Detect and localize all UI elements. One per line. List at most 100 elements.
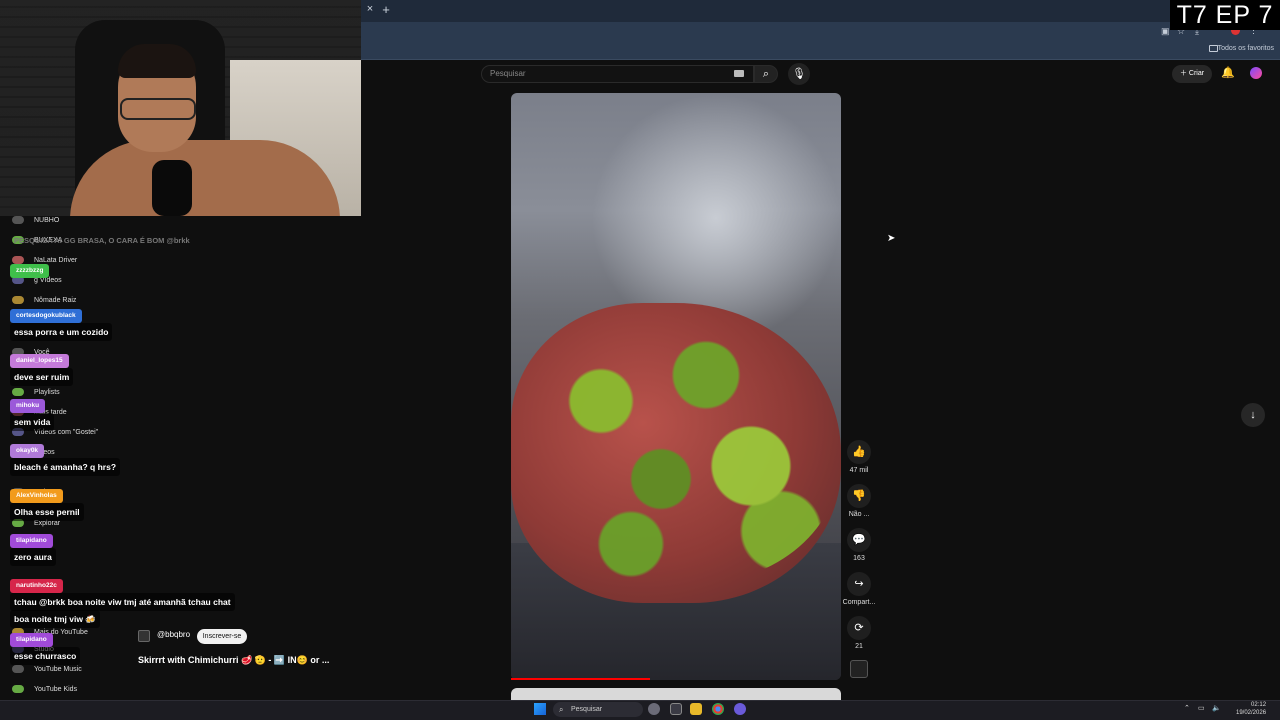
channel-name[interactable]: @bbqbro [157,630,190,639]
file-explorer-icon[interactable] [690,703,702,715]
microphone [152,160,192,216]
webcam-feed [0,0,361,216]
sidebar-item-icon [12,665,24,673]
comments-count: 163 [853,555,865,562]
discord-icon[interactable] [734,703,746,715]
mouse-cursor-icon: ➤ [887,233,896,244]
windows-start-icon[interactable] [534,703,546,715]
remix-count: 21 [855,643,863,650]
sidebar-item-label: Nômade Raiz [34,296,77,304]
keyboard-icon[interactable] [734,70,744,77]
video-progress-bar[interactable] [511,678,650,680]
copilot-icon[interactable] [648,703,660,715]
share-button[interactable]: ↪ [847,572,871,596]
subscribe-button[interactable]: Inscrever-se [197,629,247,644]
episode-overlay: T7 EP 7 [1170,0,1280,30]
clock-time: 02:12 [1251,702,1267,708]
share-icon: ↪ [854,578,864,590]
search-input[interactable]: Pesquisar [481,65,754,83]
sound-thumbnail[interactable] [850,660,868,678]
all-bookmarks-link[interactable]: Todos os favoritos [1218,45,1274,52]
bookmarks-bar: Todos os favoritos [361,42,1280,60]
account-avatar[interactable] [1250,67,1262,79]
remix-button[interactable]: ⟳ [847,616,871,640]
notifications-icon[interactable]: 🔔 [1221,66,1235,79]
chat-message-text: tchau @brkk boa noite viw tmj até amanhã… [10,593,235,611]
chat-username: zzzzbzzg [10,264,50,278]
share-label: Compart... [842,599,876,606]
channel-avatar[interactable] [138,630,150,642]
sidebar-item-label: Playlists [34,388,60,396]
chat-message-text: Olha esse pernil [10,503,84,521]
next-video-button[interactable]: ↓ [1241,403,1265,427]
extensions-icon[interactable]: ▣ [1161,26,1170,37]
create-label: Criar [1188,70,1205,77]
system-clock[interactable]: 02:12 19/02/2026 [1236,701,1266,717]
comments-button[interactable]: 💬 [847,528,871,552]
sidebar-item-icon [12,296,24,304]
streamer-glasses [120,98,196,120]
chat-message-text: deve ser ruim [10,368,74,386]
browser-address-bar[interactable]: ▣ ☆ ⤓ ⋮ [361,22,1280,42]
sidebar-item-icon [12,216,24,224]
chat-message-text: bleach é amanha? q hrs? [10,458,121,476]
sidebar-item-label: NaLata Driver [34,256,78,264]
remix-icon: ⟳ [854,622,864,634]
sidebar-item-icon [12,388,24,396]
sidebar-item[interactable]: YouTube Music [12,665,82,673]
chat-message-text: esse churrasco [10,647,81,665]
mic-icon: 🎙 [792,68,806,80]
create-button[interactable]: ＋ Criar [1172,65,1212,83]
network-icon[interactable]: ▭ [1198,704,1205,712]
search-icon: ⌕ [559,705,564,714]
thumbs-up-icon: 👍 [852,446,866,458]
chat-username: tilapidano [10,633,53,647]
voice-search-button[interactable]: 🎙 [788,63,810,85]
new-tab-icon[interactable]: + [379,2,393,17]
arrow-down-icon: ↓ [1250,409,1256,421]
next-short-preview[interactable] [511,688,841,700]
sidebar-item-label: NUBHO [34,216,60,224]
chat-username: okay0k [10,444,45,458]
sidebar-item[interactable]: NUBHO [12,216,59,224]
volume-icon[interactable]: 🔈 [1212,704,1221,712]
chat-username: AlexVinholas [10,489,63,503]
search-icon: ⌕ [762,68,770,80]
search-button[interactable]: ⌕ [754,65,778,83]
sidebar-item[interactable]: Nômade Raiz [12,296,76,304]
tray-chevron-icon[interactable]: ⌃ [1184,704,1190,712]
tab-close-icon[interactable]: × [363,3,377,15]
chat-message-text: zero aura [10,548,56,566]
streamer-hair [118,44,196,78]
video-title[interactable]: Skirrrt with Chimichurri 🥩 🫡 - ➡️ IN😊 or… [138,655,329,666]
clock-date: 19/02/2026 [1236,710,1267,716]
dislike-button[interactable]: 👎 [847,484,871,508]
sidebar-item-icon [12,256,24,264]
sidebar-item-label: YouTube Music [34,665,82,673]
task-view-icon[interactable] [670,703,682,715]
sidebar-item[interactable]: NaLata Driver [12,256,77,264]
taskbar-search[interactable]: ⌕ Pesquisar [553,702,643,717]
sidebar-item-label: YouTube Kids [34,685,78,693]
chat-message-text: boa noite tmj viw 🍻 [10,610,100,628]
chat-username: tilapidano [10,534,53,548]
like-count: 47 mil [849,467,869,474]
dislike-label: Não ... [848,511,870,518]
chat-username: daniel_lopes15 [10,354,69,368]
thumbs-down-icon: 👎 [852,490,866,502]
short-video-player[interactable] [511,93,841,680]
browser-tab-bar: × + [361,0,1280,22]
sidebar-item[interactable]: YouTube Kids [12,685,77,693]
search-placeholder: Pesquisar [490,69,526,78]
pinned-chat-message: PESQUISA AI GG BRASA, O CARA É BOM @brkk [14,236,190,245]
comment-icon: 💬 [852,534,866,546]
plus-icon: ＋ [1179,70,1189,77]
chrome-icon[interactable] [712,703,724,715]
sidebar-item[interactable]: Playlists [12,388,60,396]
streamer-torso [70,140,340,216]
sidebar-item-icon [12,685,24,693]
like-button[interactable]: 👍 [847,440,871,464]
taskbar-search-label: Pesquisar [571,706,603,713]
chat-username: narutinho22c [10,579,63,593]
chat-message-text: essa porra e um cozido [10,323,113,341]
